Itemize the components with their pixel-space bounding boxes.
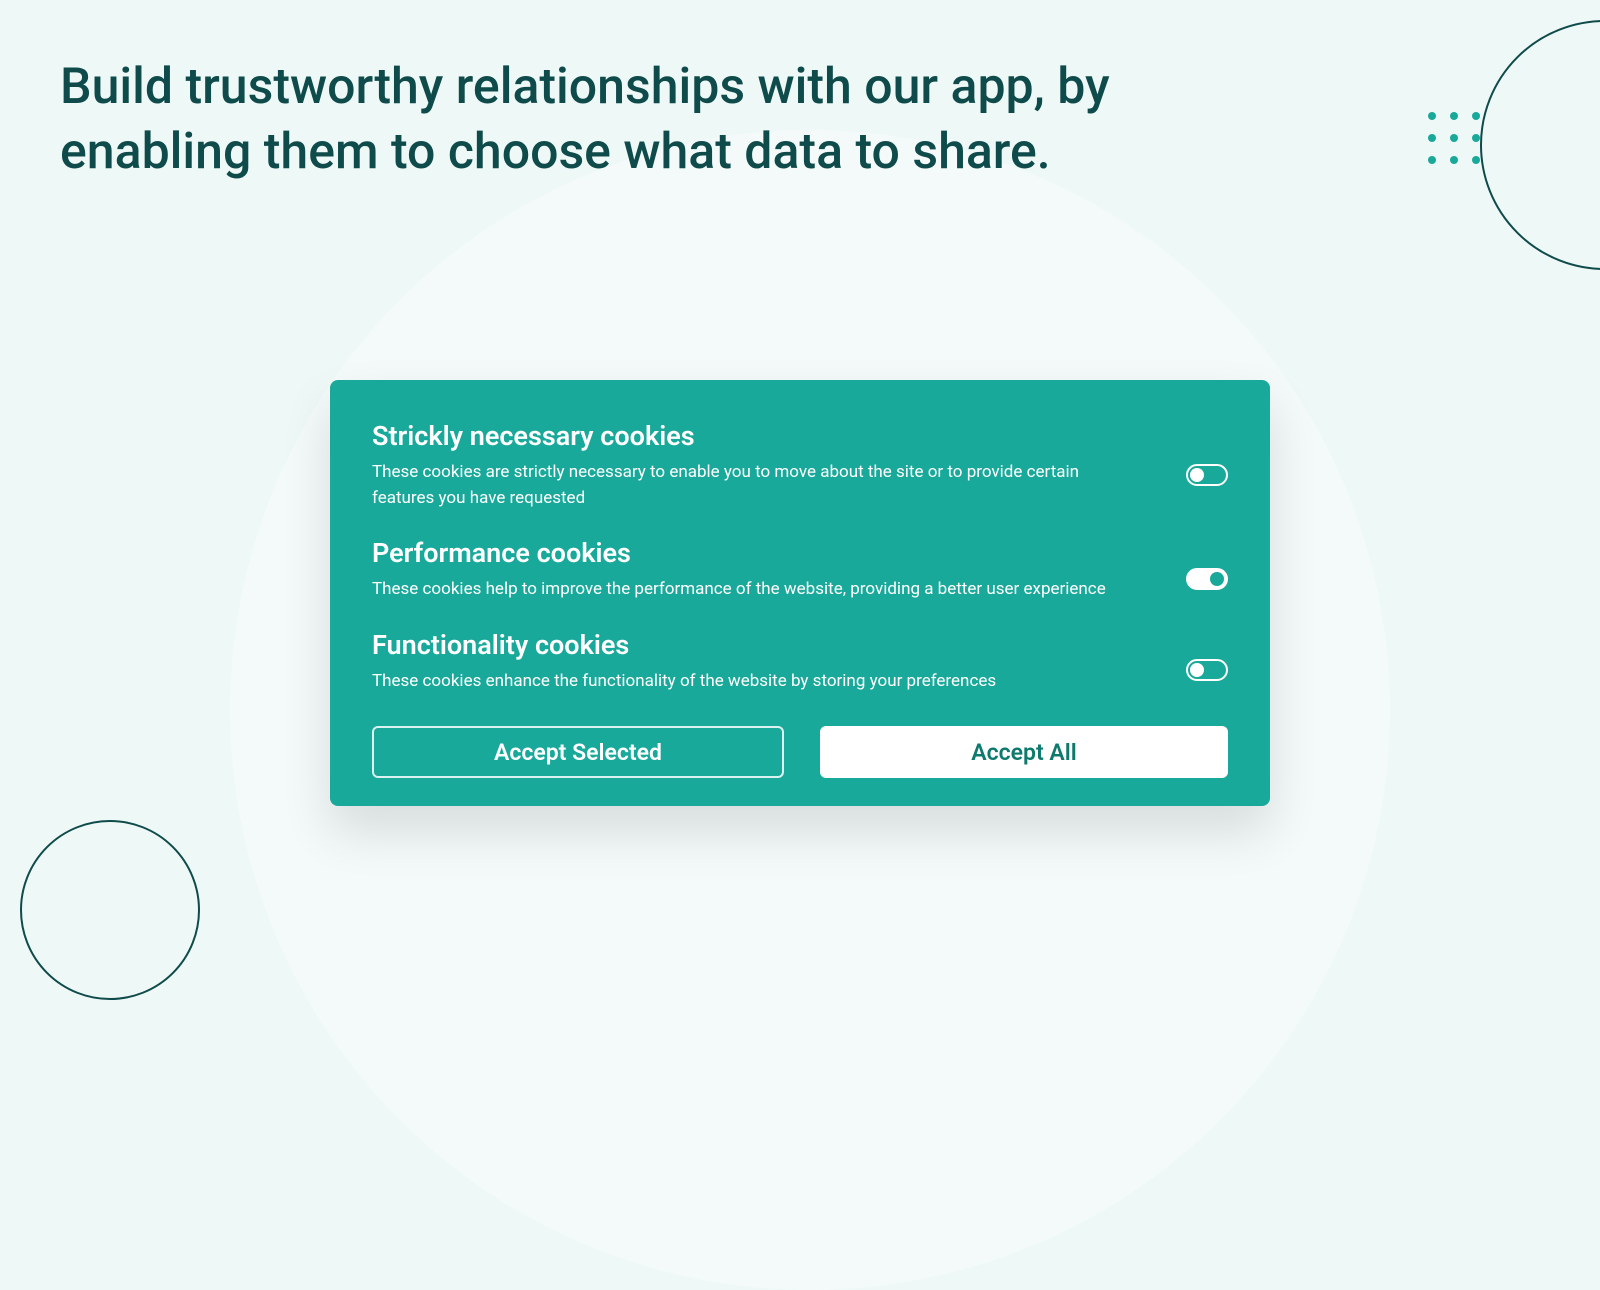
cookie-row-performance: Performance cookies These cookies help t… xyxy=(372,537,1228,603)
cookie-description: These cookies help to improve the perfor… xyxy=(372,577,1112,603)
cookie-title: Functionality cookies xyxy=(372,629,1228,661)
cookie-consent-panel: Strickly necessary cookies These cookies… xyxy=(330,380,1270,806)
decorative-dot-grid-icon xyxy=(1428,112,1480,164)
cookie-row-functionality: Functionality cookies These cookies enha… xyxy=(372,629,1228,695)
accept-all-button[interactable]: Accept All xyxy=(820,726,1228,778)
decorative-circle-outline-top-right xyxy=(1480,20,1600,270)
button-row: Accept Selected Accept All xyxy=(372,726,1228,778)
page-headline: Build trustworthy relationships with our… xyxy=(60,55,1140,185)
toggle-strictly-necessary[interactable] xyxy=(1186,464,1228,486)
cookie-title: Strickly necessary cookies xyxy=(372,420,1228,452)
cookie-description: These cookies are strictly necessary to … xyxy=(372,460,1112,511)
cookie-title: Performance cookies xyxy=(372,537,1228,569)
accept-selected-button[interactable]: Accept Selected xyxy=(372,726,784,778)
cookie-row-strictly-necessary: Strickly necessary cookies These cookies… xyxy=(372,420,1228,511)
toggle-performance[interactable] xyxy=(1186,568,1228,590)
toggle-functionality[interactable] xyxy=(1186,659,1228,681)
decorative-circle-outline-bottom-left xyxy=(20,820,200,1000)
cookie-description: These cookies enhance the functionality … xyxy=(372,669,1112,695)
